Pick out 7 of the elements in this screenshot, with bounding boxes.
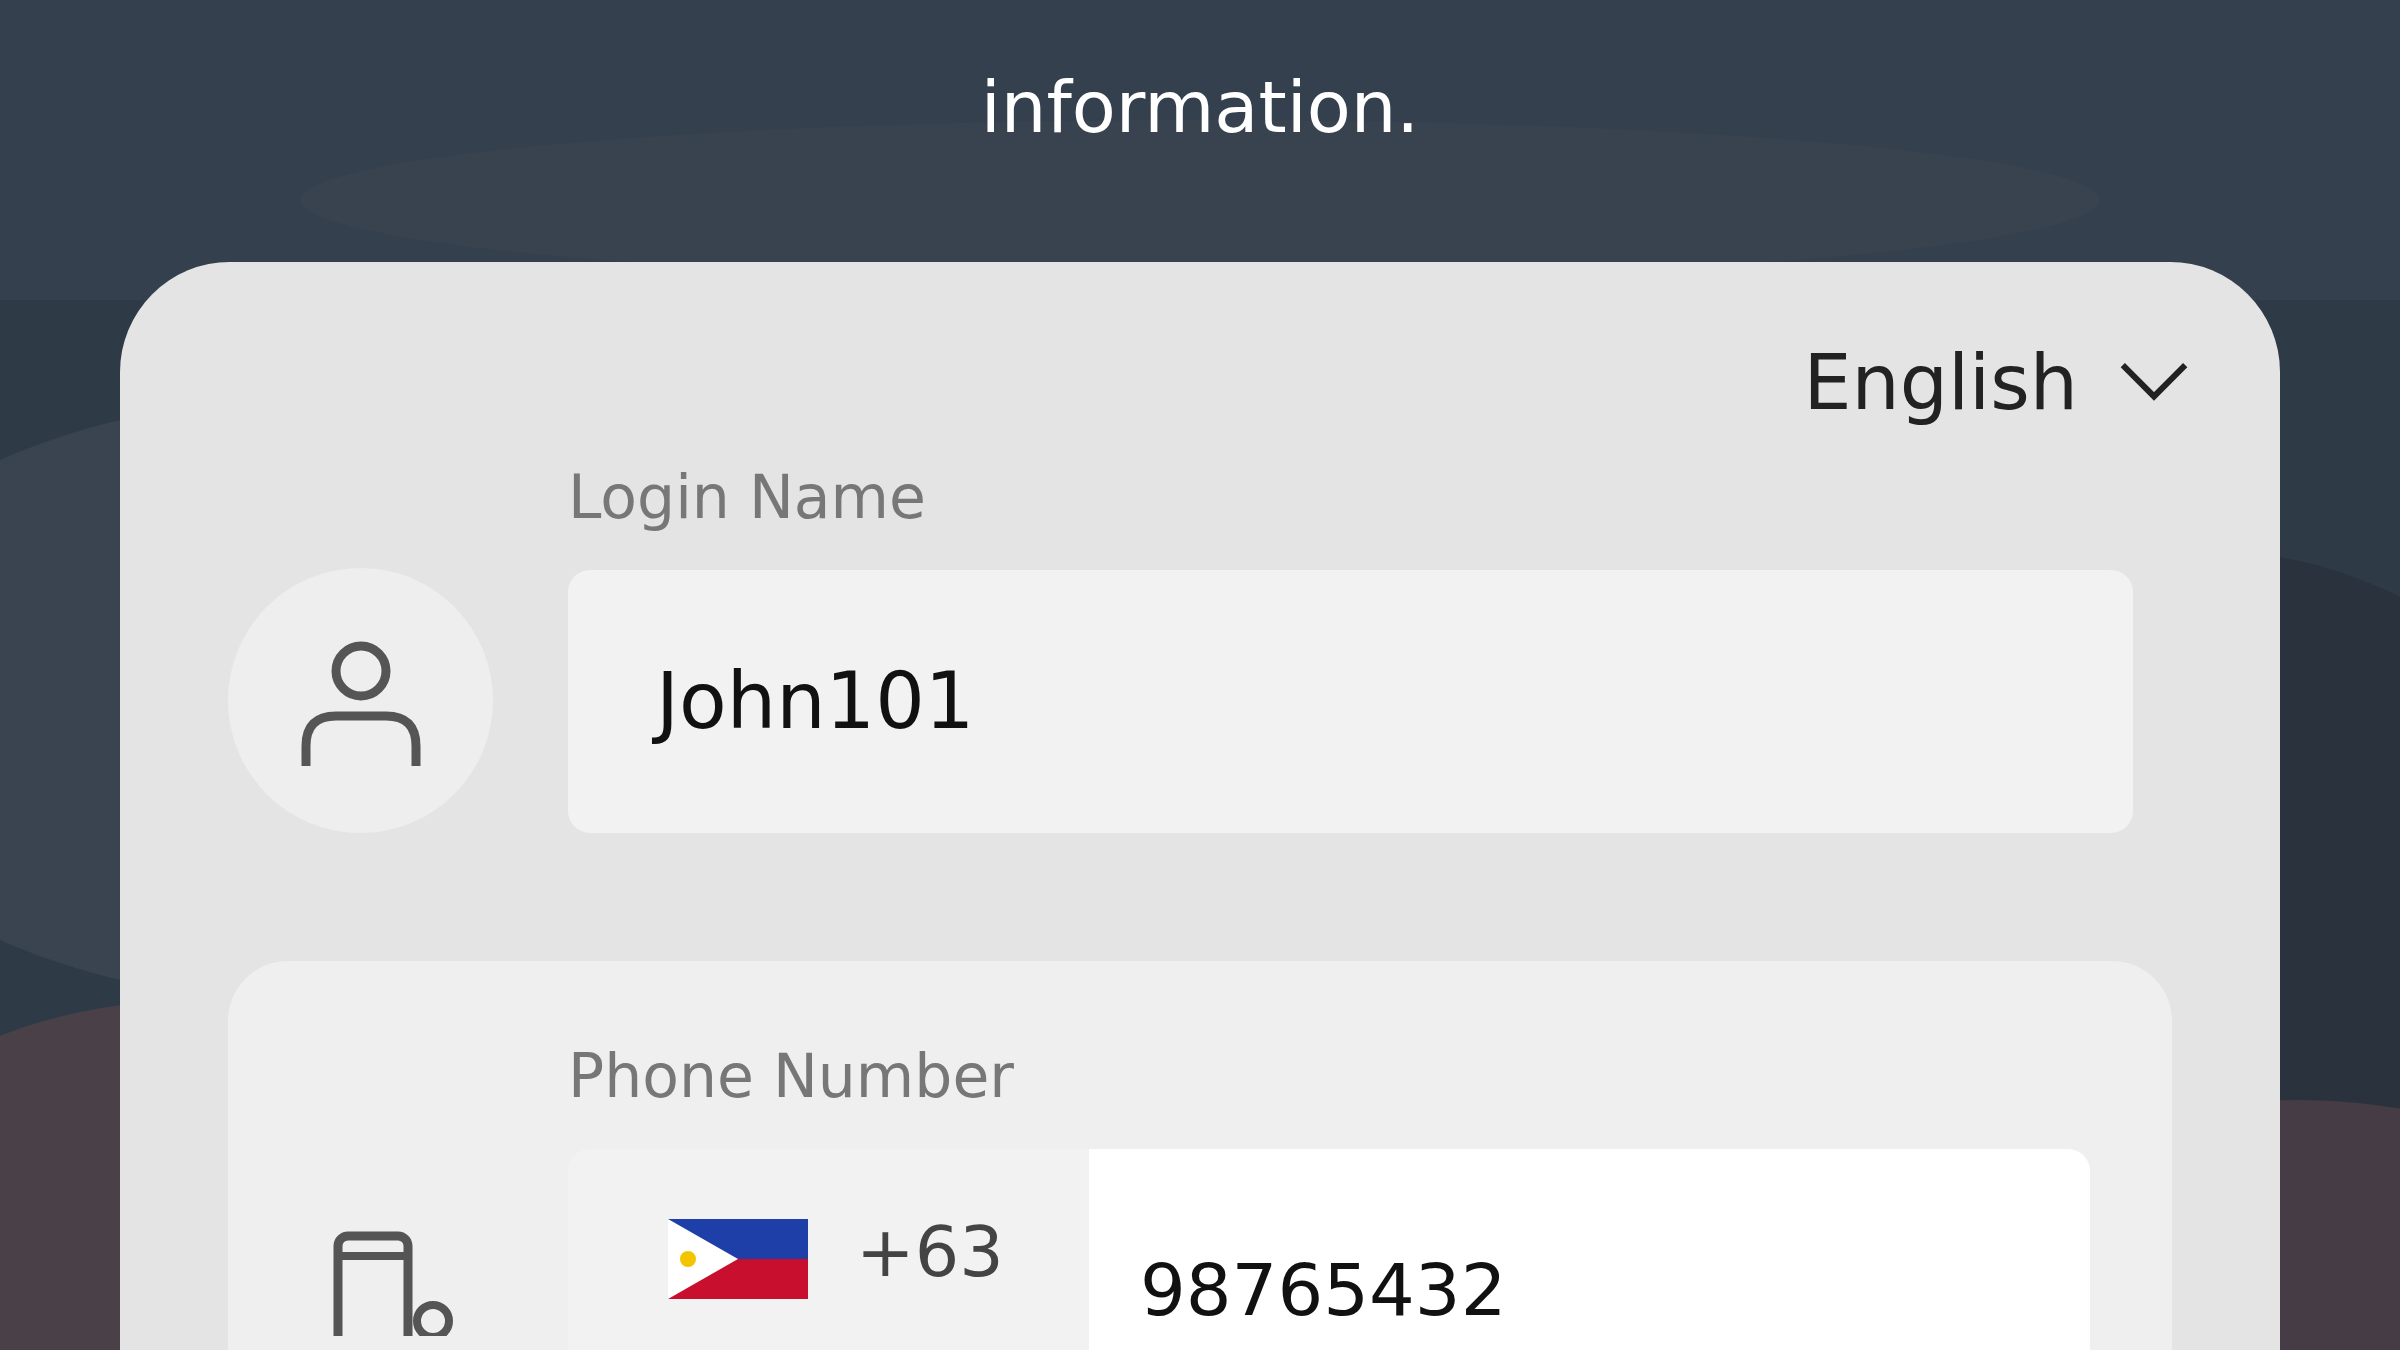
login-name-field[interactable]: John101 — [568, 570, 2133, 833]
flag-icon — [668, 1219, 808, 1299]
intro-text: information. — [980, 64, 1420, 151]
phone-number-field[interactable]: 98765432 — [1089, 1149, 2090, 1350]
language-dropdown[interactable]: English — [1803, 332, 2190, 432]
field-label: Login Name — [568, 461, 927, 534]
field-label: Phone Number — [568, 1040, 1015, 1113]
